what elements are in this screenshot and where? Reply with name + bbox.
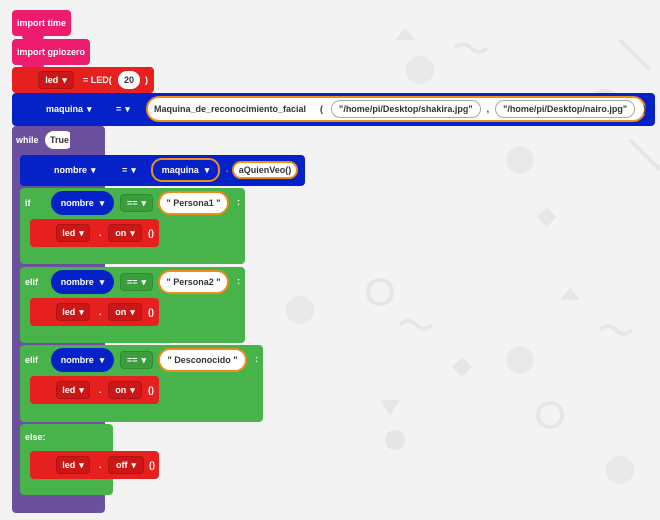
nombre-assign-block[interactable]: nombre = maquina . aQuienVeo() — [20, 155, 305, 186]
maquina-variable-dropdown[interactable]: maquina — [46, 105, 92, 114]
args-separator: , — [486, 103, 490, 114]
import-gpiozero-label: import gpiozero — [17, 47, 85, 57]
while-header-tail — [70, 126, 105, 154]
if-block[interactable]: if nombre == " Persona1 " : led . on () — [20, 188, 245, 264]
method-dot: . — [226, 164, 229, 174]
led-action-dropdown[interactable]: on — [108, 303, 142, 321]
led-dot: . — [99, 228, 102, 238]
maquina-assign-operator[interactable]: = — [116, 105, 130, 114]
nairo-path-input[interactable]: "/home/pi/Desktop/nairo.jpg" — [495, 100, 636, 118]
elif-equals-operator[interactable]: == — [120, 273, 153, 291]
elif-desconocido-string[interactable]: " Desconocido " — [158, 348, 247, 372]
led-parens: () — [148, 307, 154, 317]
elif-desconocido-block[interactable]: elif nombre == " Desconocido " : led . o… — [20, 345, 263, 422]
elif-nombre-var[interactable]: nombre — [51, 270, 114, 294]
led-action-dropdown[interactable]: on — [108, 224, 142, 242]
call-open-paren: ( — [320, 103, 324, 114]
led-ref-dropdown[interactable]: led — [56, 303, 90, 321]
elif-colon: : — [255, 354, 258, 364]
elif-keyword: elif — [25, 355, 39, 365]
elif-persona2-block[interactable]: elif nombre == " Persona2 " : led . on (… — [20, 267, 245, 343]
maquina-object-ref[interactable]: maquina — [151, 158, 220, 182]
if-colon: : — [237, 197, 240, 207]
maquina-assign-block[interactable]: maquina = Maquina_de_reconocimiento_faci… — [12, 93, 655, 126]
else-led-off-block[interactable]: led . off () — [30, 451, 159, 479]
elif-equals-operator[interactable]: == — [120, 351, 153, 369]
elif-colon: : — [237, 276, 240, 286]
led-dot: . — [99, 460, 102, 470]
facial-recognition-call[interactable]: Maquina_de_reconocimiento_facial ( "/hom… — [146, 96, 646, 122]
led-parens: () — [148, 385, 154, 395]
import-time-label: import time — [17, 18, 67, 28]
if-keyword: if — [25, 198, 31, 208]
led-assign-block[interactable]: led = LED( 20 ) — [12, 67, 154, 93]
import-time-block[interactable]: import time — [12, 10, 71, 40]
call-close-paren: ) — [643, 103, 647, 114]
led-parens: () — [148, 228, 154, 238]
if-persona1-string[interactable]: " Persona1 " — [158, 191, 229, 215]
while-keyword: while — [16, 135, 39, 145]
elif-led-on-block[interactable]: led . on () — [30, 376, 159, 404]
led-pin-input[interactable]: 20 — [118, 71, 140, 89]
if-equals-operator[interactable]: == — [120, 194, 153, 212]
led-action-dropdown[interactable]: off — [108, 456, 144, 474]
shakira-path-input[interactable]: "/home/pi/Desktop/shakira.jpg" — [331, 100, 481, 118]
else-block[interactable]: else: led . off () — [20, 424, 159, 495]
led-ref-dropdown[interactable]: led — [56, 456, 90, 474]
led-parens: () — [149, 460, 155, 470]
if-nombre-var[interactable]: nombre — [51, 191, 114, 215]
led-ref-dropdown[interactable]: led — [56, 224, 90, 242]
led-dot: . — [99, 307, 102, 317]
elif-nombre-var[interactable]: nombre — [51, 348, 114, 372]
led-constructor-label: = LED( — [83, 75, 112, 85]
import-gpiozero-block[interactable]: import gpiozero — [12, 39, 90, 69]
led-ref-dropdown[interactable]: led — [56, 381, 90, 399]
else-keyword: else: — [25, 432, 46, 442]
nombre-assign-operator[interactable]: = — [122, 166, 136, 175]
led-variable-dropdown[interactable]: led — [38, 71, 74, 89]
if-led-on-block[interactable]: led . on () — [30, 219, 159, 247]
led-dot: . — [99, 385, 102, 395]
elif-keyword: elif — [25, 277, 39, 287]
elif-persona2-string[interactable]: " Persona2 " — [158, 270, 229, 294]
led-action-dropdown[interactable]: on — [108, 381, 142, 399]
led-close-paren: ) — [145, 75, 148, 85]
facial-recognition-class-name: Maquina_de_reconocimiento_facial — [154, 103, 307, 114]
elif-led-on-block[interactable]: led . on () — [30, 298, 159, 326]
aquienveo-method[interactable]: aQuienVeo() — [232, 161, 298, 179]
nombre-variable-dropdown[interactable]: nombre — [54, 166, 96, 175]
